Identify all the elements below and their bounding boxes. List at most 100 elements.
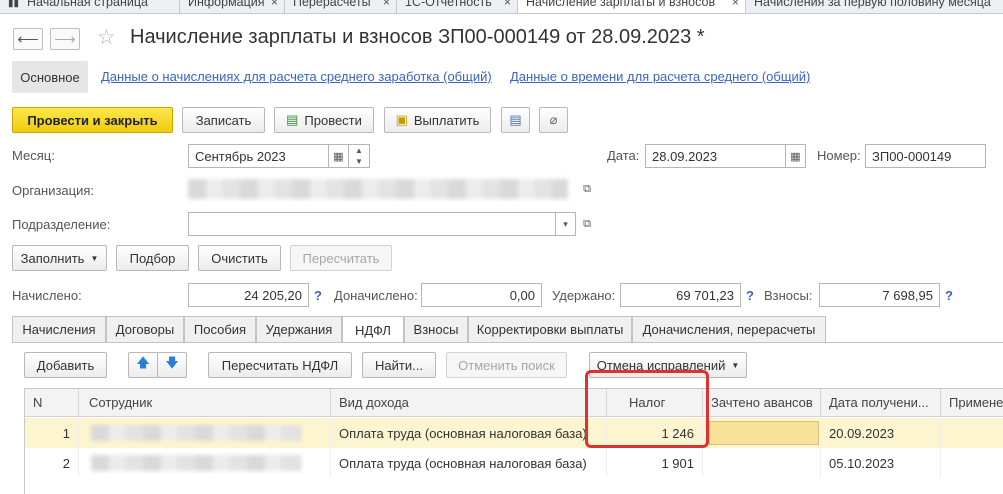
move-down-button[interactable]: 🡇 — [157, 352, 187, 378]
arrow-right-icon: ⟶ — [54, 31, 76, 48]
tab-contracts[interactable]: Договоры — [106, 316, 184, 342]
row-number: 1 — [25, 418, 79, 448]
column-header-income-type[interactable]: Вид дохода — [331, 389, 607, 417]
applied-cell[interactable] — [941, 448, 1003, 478]
select-button[interactable]: Подбор — [116, 245, 189, 271]
organization-label: Организация: — [12, 183, 95, 198]
additional-value: 0,00 — [421, 283, 542, 307]
tab-accruals[interactable]: Начисления — [12, 316, 106, 342]
column-header-receipt-date[interactable]: Дата получени... — [821, 389, 941, 417]
save-button[interactable]: Записать — [182, 107, 265, 133]
help-icon[interactable]: ? — [945, 288, 953, 303]
calendar-icon[interactable]: ▦ — [329, 144, 349, 168]
column-header-applied[interactable]: Применен — [941, 389, 1003, 417]
column-header-advances[interactable]: Зачтено авансов — [703, 389, 821, 417]
number-label: Номер: — [817, 148, 861, 163]
window-tab-recalc[interactable]: Перерасчеты × — [285, 0, 397, 13]
employee-redacted — [91, 425, 301, 441]
post-and-close-button[interactable]: Провести и закрыть — [12, 107, 173, 133]
income-type-cell[interactable]: Оплата труда (основная налоговая база) — [331, 418, 607, 448]
income-type-cell[interactable]: Оплата труда (основная налоговая база) — [331, 448, 607, 478]
employee-cell[interactable] — [79, 448, 331, 478]
table-row[interactable]: 2 Оплата труда (основная налоговая база)… — [25, 448, 1003, 478]
open-icon[interactable]: ⧉ — [577, 213, 597, 235]
month-spinner[interactable]: ▲ ▼ — [349, 144, 370, 168]
withheld-label: Удержано: — [552, 288, 616, 303]
document-list-icon: ▤ — [509, 112, 522, 127]
contributions-label: Взносы: — [764, 288, 813, 303]
tab-contributions[interactable]: Взносы — [404, 316, 468, 342]
close-icon[interactable]: × — [732, 0, 739, 9]
window-tab-label: Информация — [188, 0, 265, 9]
forward-button[interactable]: ⟶ — [50, 28, 80, 50]
advances-cell[interactable] — [709, 421, 819, 445]
window-tab-label: Начисления за первую половину месяца — [754, 0, 991, 9]
fill-button[interactable]: Заполнить ▼ — [12, 245, 107, 271]
receipt-date-cell[interactable]: 20.09.2023 — [821, 418, 941, 448]
date-input[interactable]: 28.09.2023 — [645, 144, 786, 168]
month-input[interactable]: Сентябрь 2023 — [188, 144, 329, 168]
organization-field[interactable] — [188, 176, 574, 202]
recalculate-button[interactable]: Пересчитать — [290, 245, 392, 271]
tab-deductions[interactable]: Удержания — [256, 316, 342, 342]
window-tab-info[interactable]: Информация × — [180, 0, 285, 13]
column-header-n[interactable]: N — [25, 389, 79, 417]
tab-payment-corrections[interactable]: Корректировки выплаты — [468, 316, 632, 342]
help-icon[interactable]: ? — [746, 288, 754, 303]
spin-down-icon[interactable]: ▼ — [349, 156, 369, 167]
report-button[interactable]: ▤ — [501, 107, 530, 133]
paperclip-icon: ⌀ — [549, 112, 558, 127]
window-tab-home[interactable]: ▮▮ Начальная страница — [0, 0, 180, 13]
arrow-down-icon: 🡇 — [165, 355, 179, 370]
window-tab-reporting[interactable]: 1С-Отчетность × — [397, 0, 518, 13]
window-tab-first-half[interactable]: Начисления за первую половину месяца — [746, 0, 1003, 13]
link-time-data[interactable]: Данные о времени для расчета среднего (о… — [510, 69, 810, 84]
tab-benefits[interactable]: Пособия — [184, 316, 256, 342]
cancel-search-button[interactable]: Отменить поиск — [446, 352, 567, 378]
tab-additional-accruals[interactable]: Доначисления, перерасчеты — [632, 316, 826, 342]
advances-cell[interactable] — [703, 448, 821, 478]
pay-button[interactable]: ▣ Выплатить — [384, 107, 491, 133]
page-title: Начисление зарплаты и взносов ЗП00-00014… — [130, 26, 705, 48]
window-tab-strip: ▮▮ Начальная страница Информация × Перерас… — [0, 0, 1003, 14]
post-button[interactable]: ▤ Провести — [274, 107, 374, 133]
row-number: 2 — [25, 448, 79, 478]
window-tab-label: Перерасчеты — [293, 0, 371, 9]
pay-button-label: Выплатить — [413, 112, 480, 128]
open-icon[interactable]: ⧉ — [577, 179, 597, 199]
arrow-left-icon: ⟵ — [17, 31, 39, 48]
window-tab-payroll[interactable]: Начисление зарплаты и взносов × — [518, 0, 746, 13]
find-button[interactable]: Найти... — [362, 352, 436, 378]
recalc-ndfl-button[interactable]: Пересчитать НДФЛ — [208, 352, 352, 378]
clear-button[interactable]: Очистить — [198, 245, 281, 271]
help-icon[interactable]: ? — [314, 288, 322, 303]
department-input[interactable] — [188, 212, 556, 236]
spin-up-icon[interactable]: ▲ — [349, 145, 369, 156]
close-icon[interactable]: × — [383, 0, 390, 9]
fill-button-label: Заполнить — [20, 250, 85, 266]
column-header-employee[interactable]: Сотрудник — [79, 389, 331, 417]
employee-redacted — [91, 455, 301, 471]
back-button[interactable]: ⟵ — [13, 28, 43, 50]
table-row[interactable]: 1 Оплата труда (основная налоговая база)… — [25, 418, 1003, 448]
close-icon[interactable]: × — [504, 0, 511, 9]
receipt-date-cell[interactable]: 05.10.2023 — [821, 448, 941, 478]
close-icon[interactable]: × — [271, 0, 278, 9]
add-button[interactable]: Добавить — [24, 352, 107, 378]
home-icon: ▮▮ — [8, 0, 20, 9]
department-label: Подразделение: — [12, 217, 111, 232]
number-input[interactable]: ЗП00-000149 — [865, 144, 986, 168]
applied-cell[interactable] — [941, 418, 1003, 448]
window-tab-label: Начальная страница — [27, 0, 148, 9]
post-button-label: Провести — [304, 112, 362, 128]
favorite-star-icon[interactable]: ☆ — [97, 25, 116, 50]
employee-cell[interactable] — [79, 418, 331, 448]
move-up-button[interactable]: 🡅 — [128, 352, 158, 378]
calendar-icon[interactable]: ▦ — [786, 144, 806, 168]
tab-ndfl[interactable]: НДФЛ — [342, 316, 404, 343]
link-accrual-data[interactable]: Данные о начислениях для расчета среднег… — [101, 69, 492, 84]
attach-button[interactable]: ⌀ — [539, 107, 568, 133]
section-tab-main[interactable]: Основное — [12, 61, 88, 93]
tax-cell[interactable]: 1 901 — [607, 448, 703, 478]
dropdown-arrow-icon[interactable]: ▾ — [556, 212, 576, 236]
